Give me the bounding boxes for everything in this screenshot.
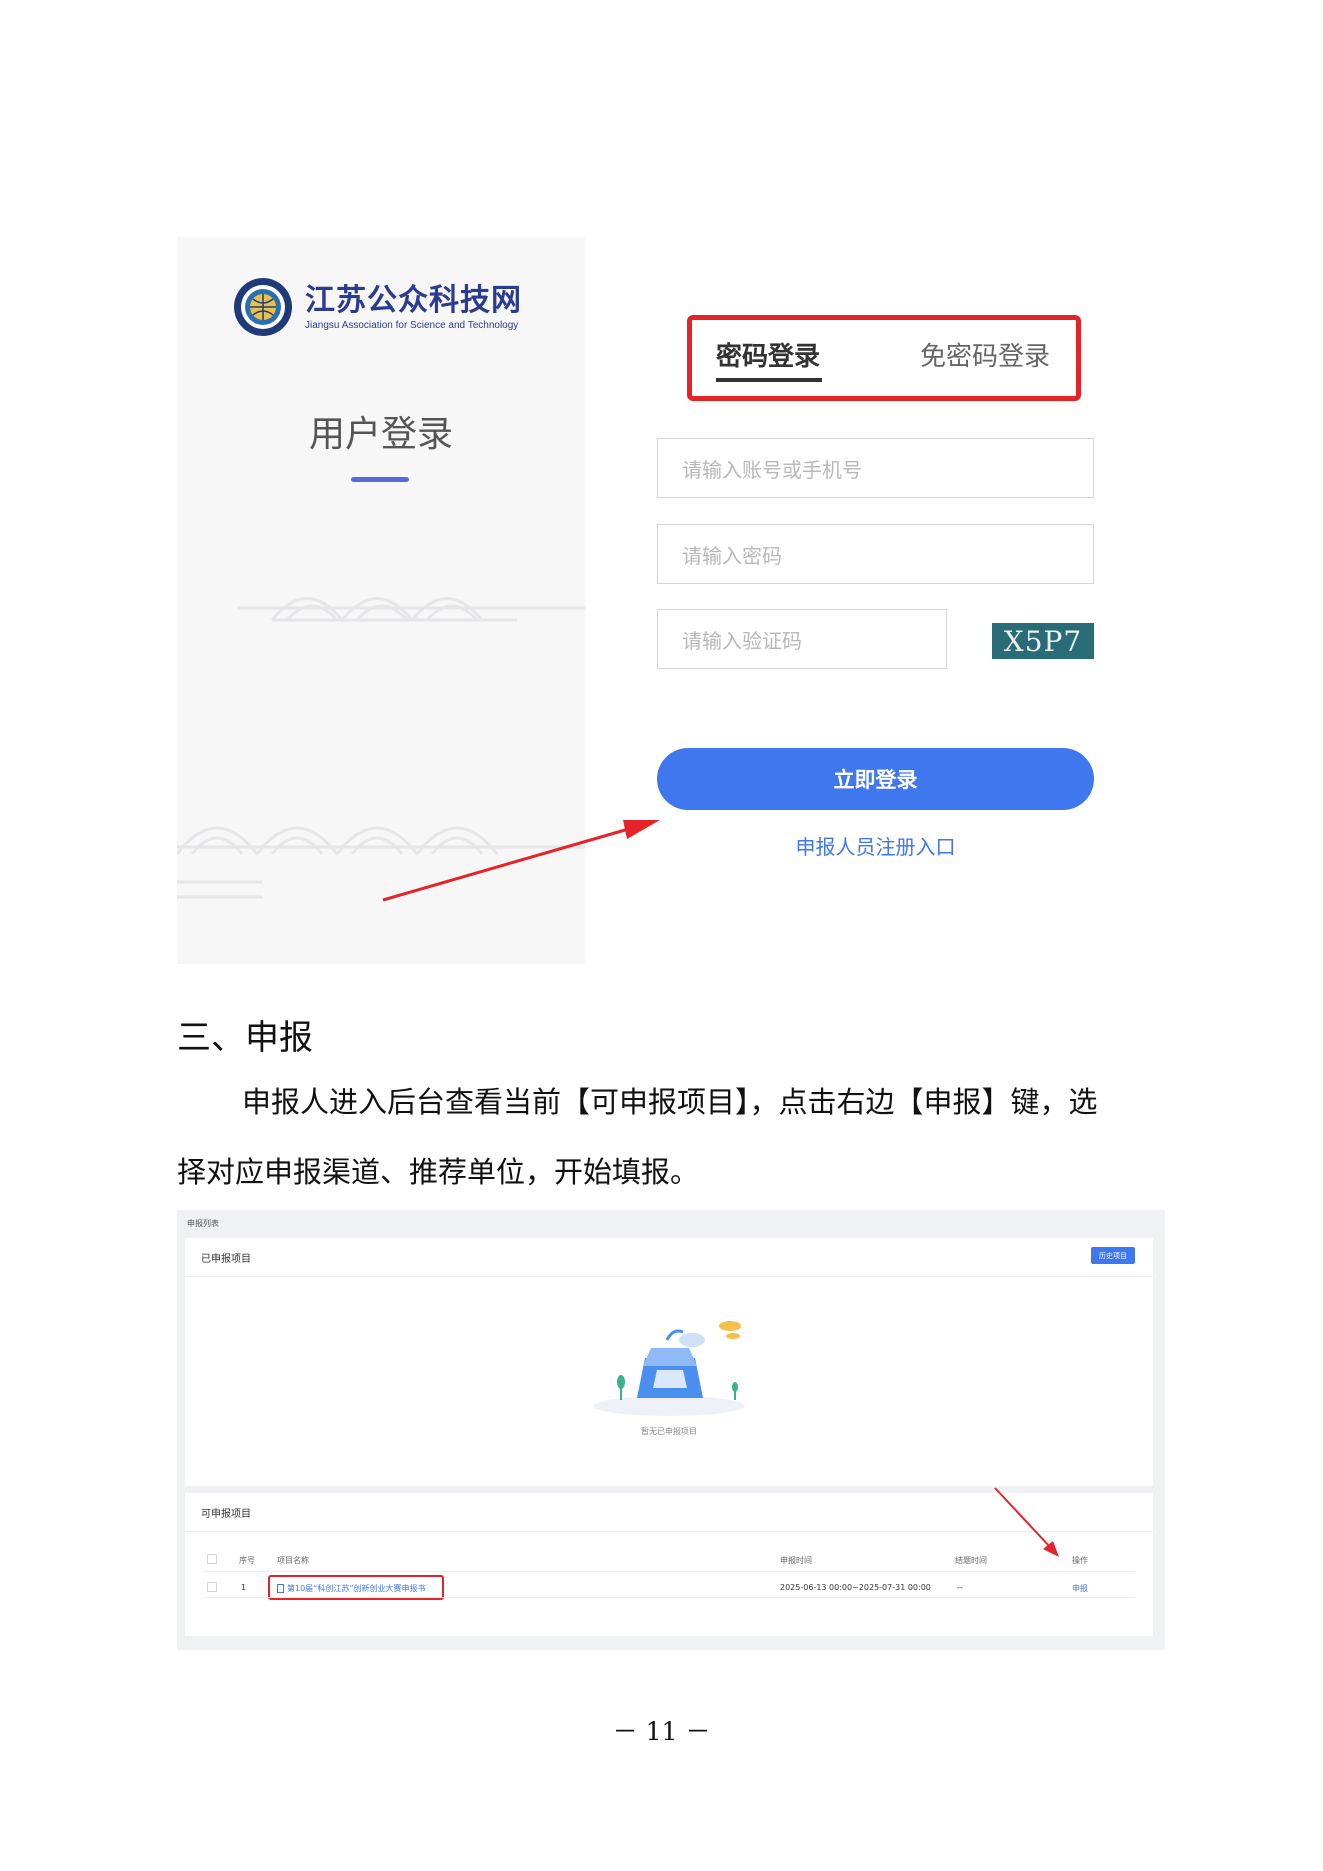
page-number: － 11 － [612, 1717, 711, 1746]
red-arrow-annotation-list [994, 1487, 1059, 1557]
section-heading: 三、申报 [177, 1018, 313, 1058]
declaration-list-screenshot: 申报列表 已申报项目 历史项目 暂无已申报项目 可申报项目 序号 项目名称 申报… [177, 1210, 1165, 1650]
paragraph-line-1: 申报人进入后台查看当前【可申报项目】，点击右边【申报】键，选 [242, 1085, 1098, 1119]
login-screenshot: 江苏公众科技网 Jiangsu Association for Science … [177, 237, 1167, 964]
paragraph-line-2: 择对应申报渠道、推荐单位，开始填报。 [177, 1155, 700, 1189]
red-arrow-annotation [382, 820, 660, 902]
